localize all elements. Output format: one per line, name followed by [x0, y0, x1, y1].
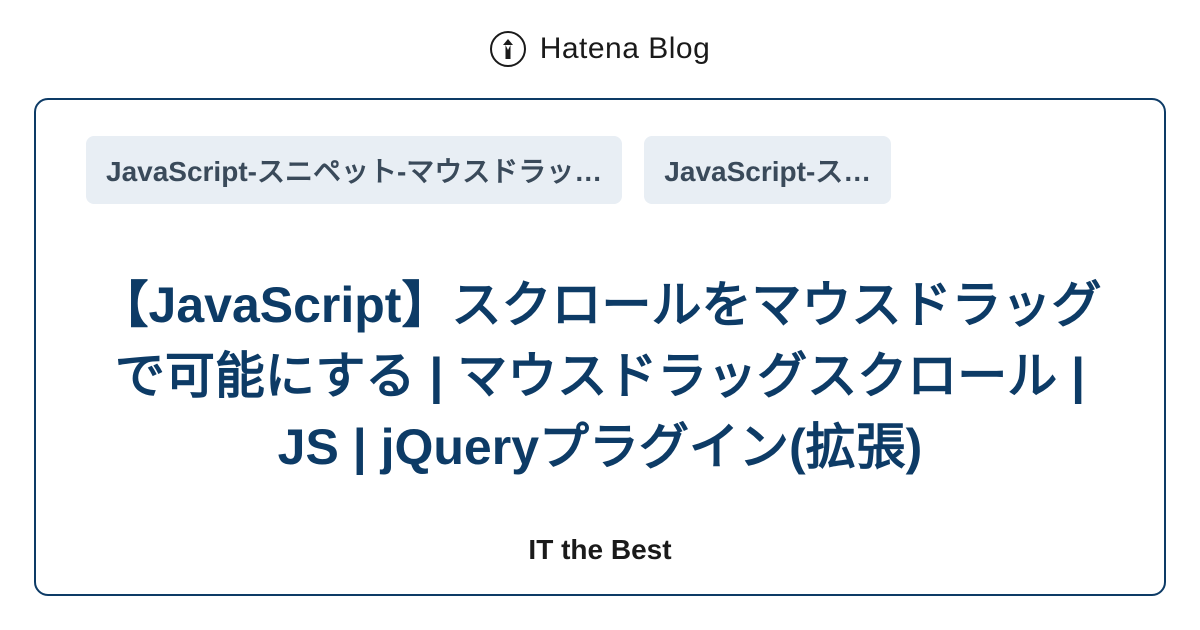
- article-title: 【JavaScript】スクロールをマウスドラッグで可能にする | マウスドラッ…: [86, 234, 1114, 518]
- header: Hatena Blog: [0, 0, 1200, 98]
- article-card: JavaScript-スニペット-マウスドラッ… JavaScript-ス… 【…: [34, 98, 1166, 596]
- tag-item: JavaScript-ス…: [644, 136, 891, 204]
- brand-title: Hatena Blog: [540, 32, 711, 66]
- tag-item: JavaScript-スニペット-マウスドラッ…: [86, 136, 622, 204]
- hatena-logo-icon: [490, 31, 526, 67]
- tag-list: JavaScript-スニペット-マウスドラッ… JavaScript-ス…: [86, 136, 1114, 204]
- blog-name: IT the Best: [86, 534, 1114, 566]
